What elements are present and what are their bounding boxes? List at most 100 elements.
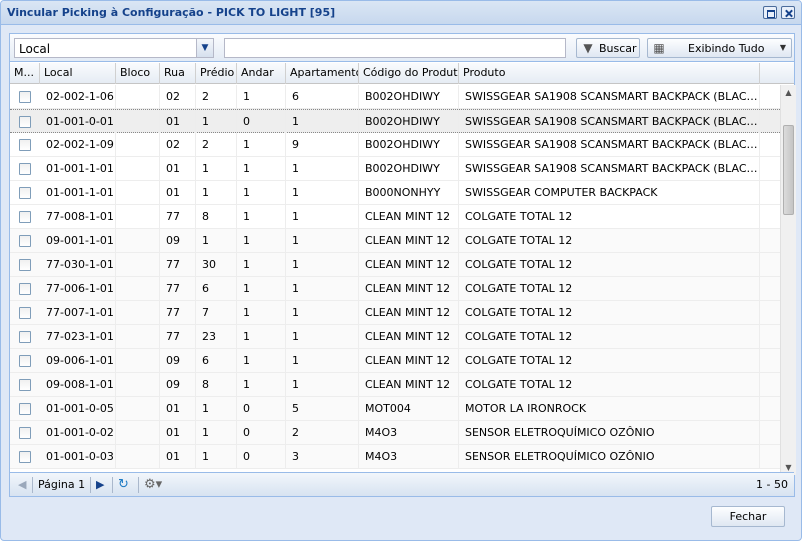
table-row[interactable]: 01-001-0-03 01 1 0 3 M4O3 SENSOR ELETROQ… (10, 445, 780, 469)
row-checkbox[interactable] (19, 331, 31, 343)
cell-rua: 77 (160, 253, 196, 277)
cell-produto: SWISSGEAR SA1908 SCANSMART BACKPACK (BLA… (459, 110, 760, 134)
column-header-local[interactable]: Local (40, 63, 116, 84)
page-label: Página 1 (38, 478, 86, 491)
row-checkbox[interactable] (19, 427, 31, 439)
table-row[interactable]: 01-001-1-01 01 1 1 1 B000NONHYY SWISSGEA… (10, 181, 780, 205)
row-checkbox[interactable] (19, 116, 31, 128)
column-header-andar[interactable]: Andar (237, 63, 286, 84)
cell-local: 09-001-1-01 (40, 229, 116, 253)
cell-predio: 2 (196, 85, 237, 109)
row-checkbox[interactable] (19, 211, 31, 223)
table-row[interactable]: 77-030-1-01 77 30 1 1 CLEAN MINT 12 COLG… (10, 253, 780, 277)
page-range: 1 - 50 (756, 478, 788, 491)
cell-bloco (116, 445, 160, 469)
title-bar[interactable]: Vincular Picking à Configuração - PICK T… (1, 1, 801, 25)
cell-codigo-produto: CLEAN MINT 12 (359, 253, 459, 277)
scrollbar-thumb[interactable] (783, 125, 794, 215)
column-header-mark[interactable]: M... (10, 63, 40, 84)
column-header-codigo-produto[interactable]: Código do Produto (359, 63, 459, 84)
cell-codigo-produto: CLEAN MINT 12 (359, 205, 459, 229)
table-row[interactable]: 01-001-0-01 01 1 0 1 B002OHDIWY SWISSGEA… (10, 109, 780, 134)
table-row[interactable]: 09-006-1-01 09 6 1 1 CLEAN MINT 12 COLGA… (10, 349, 780, 373)
column-header-bloco[interactable]: Bloco (116, 63, 160, 84)
table-row[interactable]: 77-008-1-01 77 8 1 1 CLEAN MINT 12 COLGA… (10, 205, 780, 229)
table-row[interactable]: 77-007-1-01 77 7 1 1 CLEAN MINT 12 COLGA… (10, 301, 780, 325)
cell-local: 01-001-0-01 (40, 110, 116, 134)
cell-produto: COLGATE TOTAL 12 (459, 373, 760, 397)
cell-local: 02-002-1-06 (40, 85, 116, 109)
table-row[interactable]: 09-001-1-01 09 1 1 1 CLEAN MINT 12 COLGA… (10, 229, 780, 253)
field-combo[interactable]: Local ▼ (14, 38, 214, 58)
row-checkbox[interactable] (19, 139, 31, 151)
cell-bloco (116, 301, 160, 325)
cell-produto: COLGATE TOTAL 12 (459, 229, 760, 253)
table-row[interactable]: 02-002-1-06 02 2 1 6 B002OHDIWY SWISSGEA… (10, 85, 780, 109)
dropdown-arrow-icon: ▼ (779, 43, 786, 52)
prev-page-icon[interactable]: ◀ (18, 477, 26, 493)
table-row[interactable]: 01-001-1-01 01 1 1 1 B002OHDIWY SWISSGEA… (10, 157, 780, 181)
refresh-icon[interactable]: ↻ (118, 477, 129, 493)
cell-bloco (116, 85, 160, 109)
chevron-down-icon[interactable]: ▼ (196, 39, 213, 57)
row-checkbox[interactable] (19, 187, 31, 199)
cell-rua: 09 (160, 349, 196, 373)
cell-predio: 8 (196, 373, 237, 397)
cell-apartamento: 6 (286, 85, 359, 109)
cell-apartamento: 2 (286, 421, 359, 445)
table-row[interactable]: 01-001-0-05 01 1 0 5 MOT004 MOTOR LA IRO… (10, 397, 780, 421)
cell-produto: COLGATE TOTAL 12 (459, 349, 760, 373)
cell-andar: 0 (237, 397, 286, 421)
gear-icon[interactable]: ⚙▾ (144, 477, 162, 493)
row-checkbox[interactable] (19, 235, 31, 247)
column-header-produto[interactable]: Produto (459, 63, 760, 84)
row-checkbox[interactable] (19, 379, 31, 391)
cell-codigo-produto: MOT004 (359, 397, 459, 421)
row-checkbox[interactable] (19, 355, 31, 367)
row-checkbox[interactable] (19, 307, 31, 319)
row-checkbox[interactable] (19, 163, 31, 175)
cell-apartamento: 1 (286, 301, 359, 325)
cell-local: 02-002-1-09 (40, 133, 116, 157)
cell-andar: 0 (237, 110, 286, 134)
table-row[interactable]: 09-008-1-01 09 8 1 1 CLEAN MINT 12 COLGA… (10, 373, 780, 397)
column-header-rua[interactable]: Rua (160, 63, 196, 84)
row-checkbox[interactable] (19, 259, 31, 271)
cell-rua: 01 (160, 110, 196, 134)
cell-rua: 09 (160, 373, 196, 397)
cell-local: 01-001-1-01 (40, 157, 116, 181)
cell-bloco (116, 133, 160, 157)
row-checkbox[interactable] (19, 451, 31, 463)
cell-apartamento: 1 (286, 181, 359, 205)
search-button[interactable]: ▼ Buscar (576, 38, 640, 58)
column-header-predio[interactable]: Prédio (196, 63, 237, 84)
next-page-icon[interactable]: ▶ (96, 477, 104, 493)
cell-local: 09-008-1-01 (40, 373, 116, 397)
cell-local: 01-001-1-01 (40, 181, 116, 205)
view-filter-button[interactable]: ▦ Exibindo Tudo ▼ (647, 38, 792, 58)
close-icon[interactable] (781, 6, 795, 19)
cell-codigo-produto: B000NONHYY (359, 181, 459, 205)
cell-rua: 01 (160, 421, 196, 445)
row-checkbox[interactable] (19, 403, 31, 415)
grid-header: M... Local Bloco Rua Prédio Andar Aparta… (10, 63, 794, 84)
pager-separator (138, 477, 139, 493)
restore-icon[interactable] (763, 6, 777, 19)
search-toolbar: Local ▼ ▼ Buscar ▦ Exibindo Tudo ▼ (10, 34, 794, 62)
table-row[interactable]: 77-006-1-01 77 6 1 1 CLEAN MINT 12 COLGA… (10, 277, 780, 301)
search-input[interactable] (224, 38, 566, 58)
scroll-up-icon[interactable]: ▲ (781, 85, 796, 100)
cell-predio: 1 (196, 110, 237, 134)
row-checkbox[interactable] (19, 283, 31, 295)
column-header-apartamento[interactable]: Apartamento (286, 63, 359, 84)
cell-rua: 01 (160, 445, 196, 469)
vertical-scrollbar[interactable]: ▲ ▼ (780, 85, 796, 475)
table-row[interactable]: 01-001-0-02 01 1 0 2 M4O3 SENSOR ELETROQ… (10, 421, 780, 445)
table-row[interactable]: 77-023-1-01 77 23 1 1 CLEAN MINT 12 COLG… (10, 325, 780, 349)
cell-andar: 1 (237, 229, 286, 253)
row-checkbox[interactable] (19, 91, 31, 103)
table-row[interactable]: 02-002-1-09 02 2 1 9 B002OHDIWY SWISSGEA… (10, 133, 780, 157)
cell-apartamento: 1 (286, 205, 359, 229)
close-button[interactable]: Fechar (711, 506, 785, 527)
cell-codigo-produto: CLEAN MINT 12 (359, 229, 459, 253)
